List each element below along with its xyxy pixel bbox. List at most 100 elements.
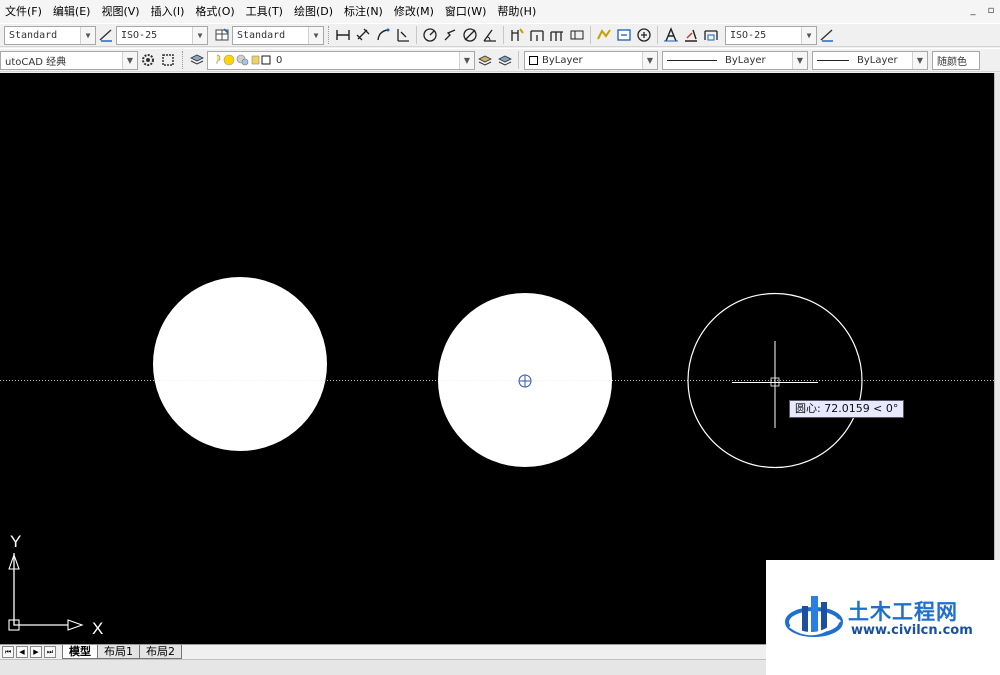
chevron-down-icon[interactable]: ▼ <box>642 51 657 69</box>
tolerance-button[interactable] <box>567 25 587 45</box>
menu-insert[interactable]: 插入(I) <box>146 0 191 23</box>
layer-state-icons <box>216 54 271 66</box>
aligned-dim-button[interactable] <box>353 25 373 45</box>
layer-name-value: 0 <box>276 54 283 66</box>
tab-model[interactable]: 模型 <box>62 645 98 659</box>
text-style-combo[interactable]: Standard ▼ <box>4 25 96 45</box>
quick-dim-button[interactable] <box>507 25 527 45</box>
linear-dim-button[interactable] <box>333 25 353 45</box>
layers-toolbar: utoCAD 经典 ▼ 0 ▼ ByLayer ▼ ByLayer ▼ ByLa… <box>0 48 1000 72</box>
workspace-value: utoCAD 经典 <box>5 56 67 68</box>
filled-circle-left[interactable] <box>153 277 327 451</box>
dimtedit-icon <box>685 29 697 42</box>
chevron-down-icon[interactable]: ▼ <box>912 51 927 69</box>
lineweight-value: ByLayer <box>857 54 898 66</box>
toolbar-grip[interactable] <box>328 26 331 44</box>
toolbar-grip[interactable] <box>182 51 185 69</box>
dim-edit-button[interactable] <box>661 25 681 45</box>
chevron-down-icon[interactable]: ▼ <box>80 26 95 44</box>
angular-icon <box>483 29 496 42</box>
tab-layout2[interactable]: 布局2 <box>139 645 182 659</box>
center-mark-button[interactable] <box>634 25 654 45</box>
chevron-down-icon[interactable]: ▼ <box>792 51 807 69</box>
menu-window[interactable]: 窗口(W) <box>440 0 492 23</box>
linear-dimension-icon <box>336 30 350 40</box>
dimbreak-icon <box>617 29 631 41</box>
menu-view[interactable]: 视图(V) <box>96 0 145 23</box>
restore-button[interactable]: ▫ <box>984 4 998 18</box>
menu-dimension[interactable]: 标注(N) <box>339 0 389 23</box>
minimize-button[interactable]: _ <box>966 4 980 18</box>
layer-combo[interactable]: 0 ▼ <box>207 50 475 70</box>
text-style-value: Standard <box>9 29 58 41</box>
continue-dim-button[interactable] <box>547 25 567 45</box>
vertical-scrollbar[interactable] <box>994 73 1000 644</box>
dim-style-manager-button[interactable] <box>817 25 837 45</box>
dim-style-combo-2[interactable]: ISO-25 ▼ <box>725 25 817 45</box>
menu-format[interactable]: 格式(O) <box>190 0 240 23</box>
layers-icon <box>190 54 204 65</box>
menu-edit[interactable]: 编辑(E) <box>48 0 97 23</box>
styles-toolbar: Standard ▼ ISO-25 ▼ Standard ▼ ISO-25 ▼ <box>0 23 1000 47</box>
center-mark-icon <box>637 28 651 42</box>
menu-help[interactable]: 帮助(H) <box>492 0 542 23</box>
ucs-y-label: Y <box>10 532 21 551</box>
arc-length-icon <box>377 28 390 41</box>
diameter-dim-button[interactable] <box>460 25 480 45</box>
chevron-down-icon[interactable]: ▼ <box>122 51 137 69</box>
color-value: ByLayer <box>542 54 583 66</box>
ucs-axes <box>13 553 68 626</box>
linetype-combo[interactable]: ByLayer ▼ <box>662 50 808 70</box>
plot-style-combo[interactable]: 随颜色 <box>932 50 980 70</box>
ordinate-dimension-icon <box>397 29 409 42</box>
dim-text-edit-button[interactable] <box>681 25 701 45</box>
color-swatch <box>529 55 538 65</box>
baseline-dim-button[interactable] <box>527 25 547 45</box>
horizontal-scrollbar[interactable] <box>0 659 766 675</box>
radius-icon <box>423 28 437 42</box>
color-combo[interactable]: ByLayer ▼ <box>524 50 658 70</box>
workspace-combo[interactable]: utoCAD 经典 ▼ <box>0 50 138 70</box>
chevron-down-icon[interactable]: ▼ <box>801 26 816 44</box>
angular-dim-button[interactable] <box>480 25 500 45</box>
ordinate-dim-button[interactable] <box>393 25 413 45</box>
jogged-icon <box>444 29 456 41</box>
layer-match-icon <box>498 55 512 66</box>
dim-style-button[interactable] <box>96 25 116 45</box>
tab-layout1[interactable]: 布局1 <box>97 645 140 659</box>
workspace-save-button[interactable] <box>158 50 178 70</box>
menu-modify[interactable]: 修改(M) <box>389 0 440 23</box>
lineweight-combo[interactable]: ByLayer ▼ <box>812 50 928 70</box>
next-tab-button[interactable]: ▶ <box>30 646 42 658</box>
prev-tab-button[interactable]: ◀ <box>16 646 28 658</box>
table-style-button[interactable] <box>212 25 232 45</box>
jogged-dim-button[interactable] <box>440 25 460 45</box>
drawing-area[interactable]: Y X 圆心: 72.0159 < 0° <box>0 73 994 644</box>
arc-length-button[interactable] <box>373 25 393 45</box>
layer-properties-button[interactable] <box>187 50 207 70</box>
continue-icon <box>550 31 563 41</box>
dim-style-combo[interactable]: ISO-25 ▼ <box>116 25 208 45</box>
chevron-down-icon[interactable]: ▼ <box>192 26 207 44</box>
dim-update-button[interactable] <box>701 25 721 45</box>
dim-space-button[interactable] <box>594 25 614 45</box>
menu-draw[interactable]: 绘图(D) <box>289 0 339 23</box>
layer-match-button[interactable] <box>495 50 515 70</box>
first-tab-button[interactable]: ⏮ <box>2 646 14 658</box>
chevron-down-icon[interactable]: ▼ <box>308 26 323 44</box>
table-style-combo[interactable]: Standard ▼ <box>232 25 324 45</box>
menu-file[interactable]: 文件(F) <box>0 0 48 23</box>
diameter-icon <box>463 28 477 42</box>
dimension-style-icon <box>99 29 112 42</box>
radius-dim-button[interactable] <box>420 25 440 45</box>
dimspace-icon <box>597 29 611 40</box>
chevron-down-icon[interactable]: ▼ <box>459 51 474 69</box>
menu-tools[interactable]: 工具(T) <box>241 0 289 23</box>
workspace-settings-button[interactable] <box>138 50 158 70</box>
table-style-icon <box>215 28 229 41</box>
last-tab-button[interactable]: ⏭ <box>44 646 56 658</box>
ucs-x-arrow <box>67 619 84 631</box>
dim-break-button[interactable] <box>614 25 634 45</box>
lineweight-sample <box>817 59 849 61</box>
layer-previous-button[interactable] <box>475 50 495 70</box>
